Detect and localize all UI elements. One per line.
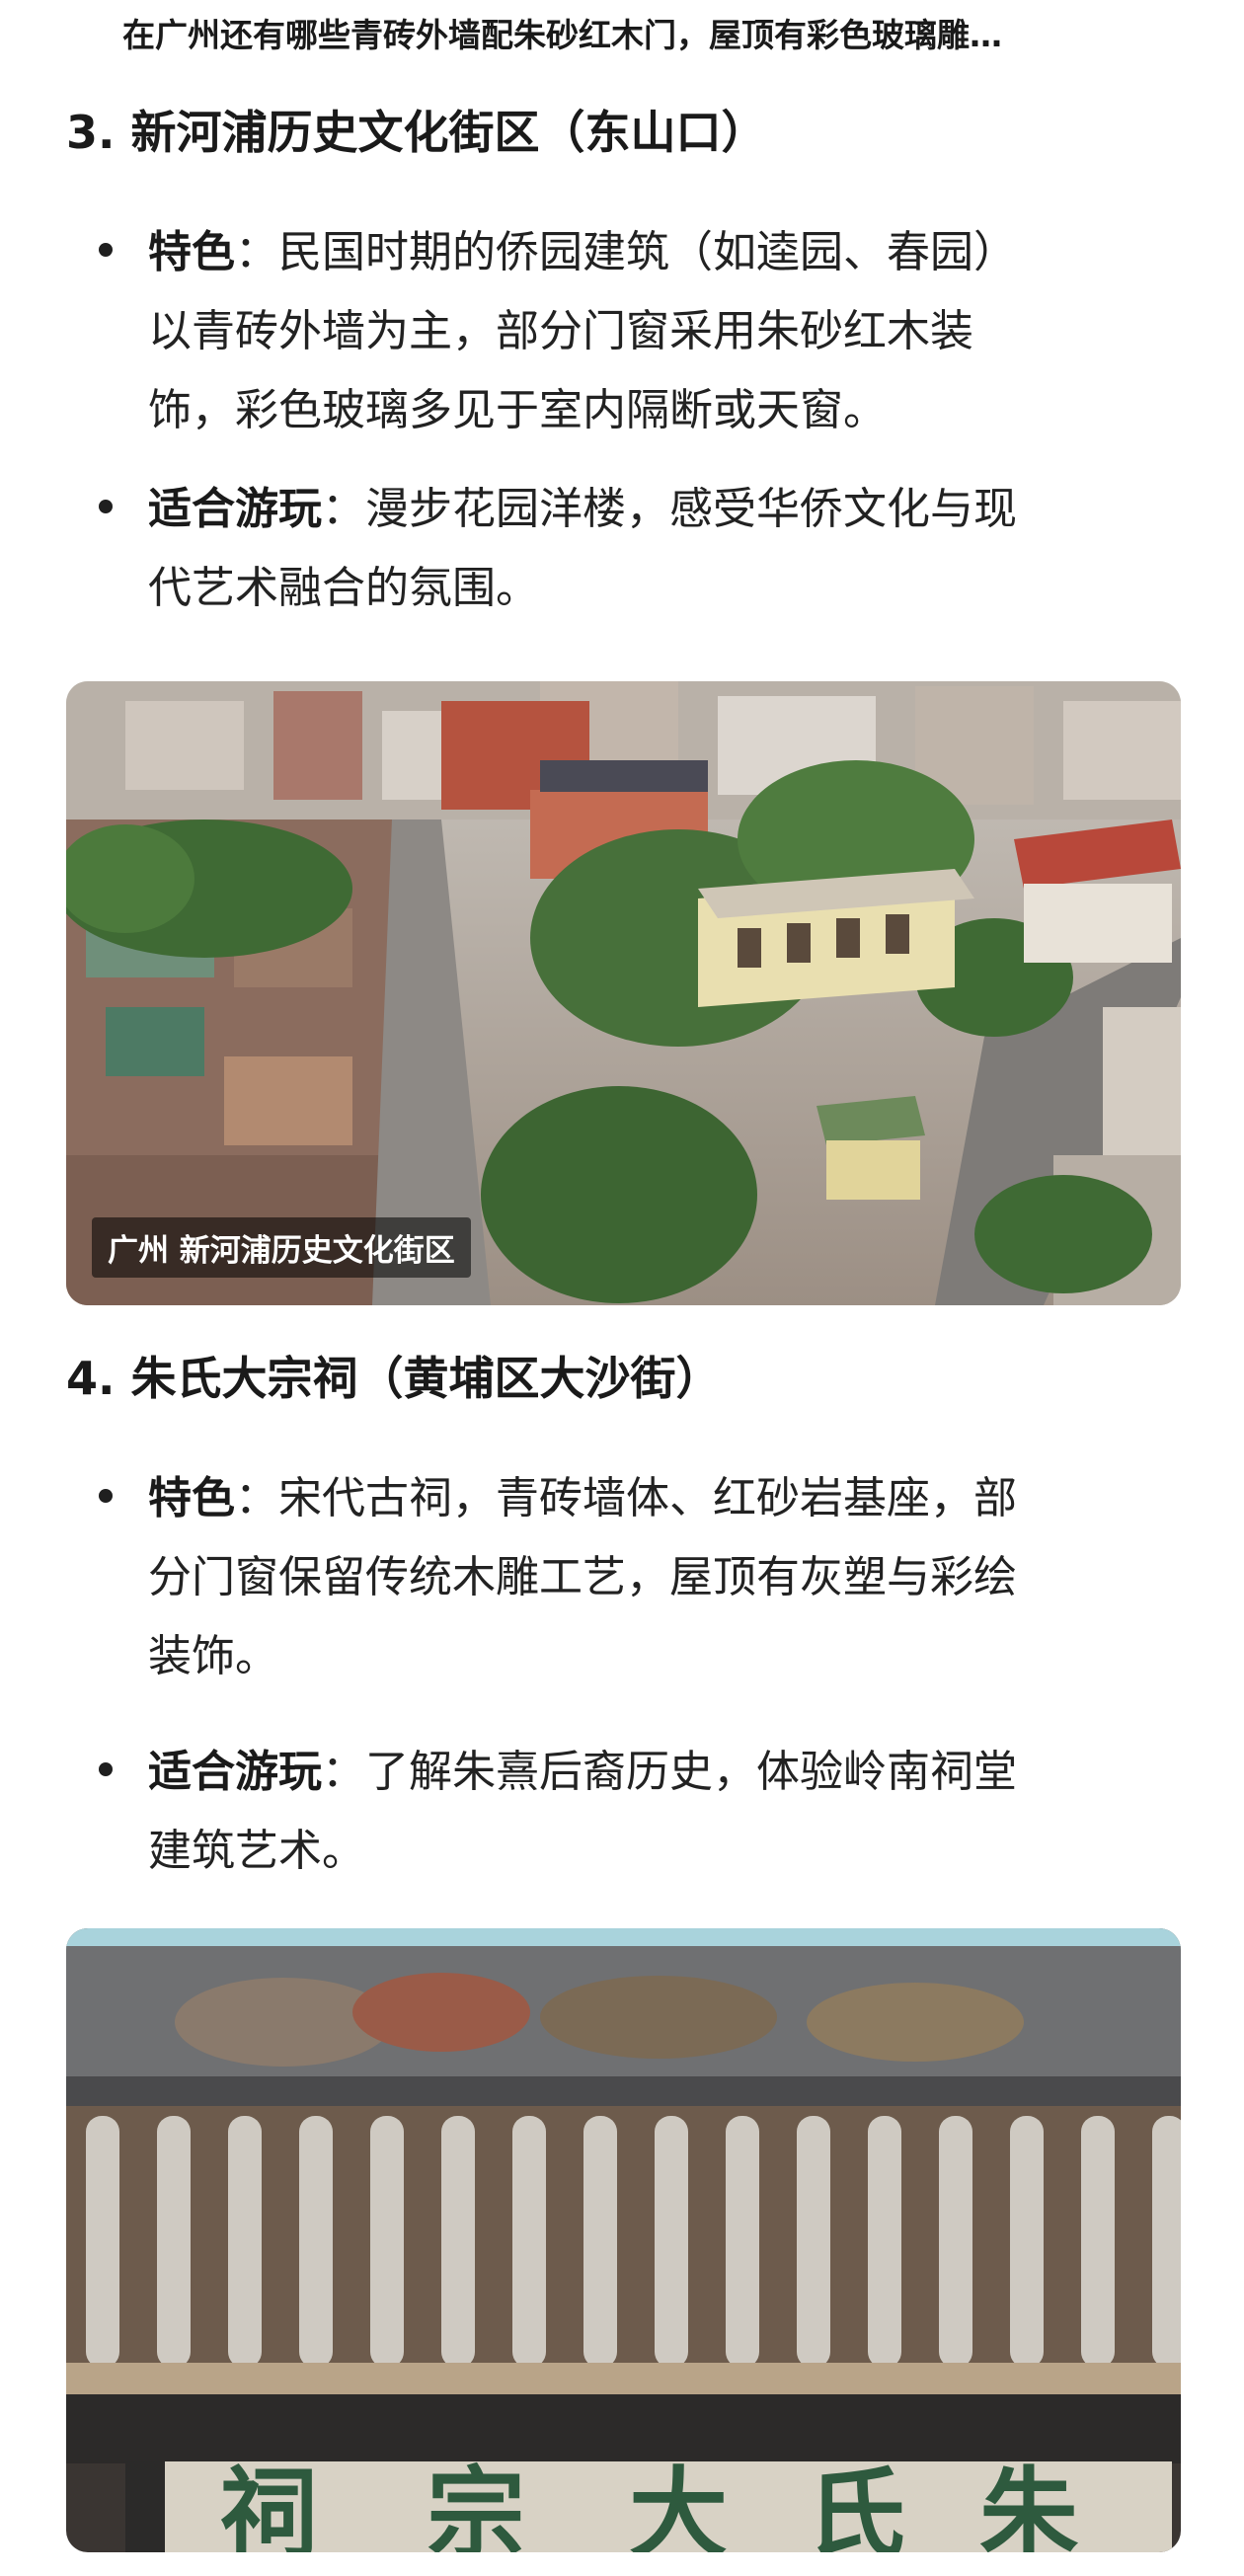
roof-tile xyxy=(939,2116,972,2368)
plaque-char: 大 xyxy=(629,2456,728,2552)
bullet-line: 民国时期的侨园建筑（如逵园、春园） xyxy=(278,227,1017,277)
section-heading-xinhepu: 3. 新河浦历史文化街区（东山口） xyxy=(66,106,767,159)
top-bar: 在广州还有哪些青砖外墙配朱砂红木门，屋顶有彩色玻璃雕… xyxy=(0,0,1244,75)
aerial-photo-illustration xyxy=(66,681,1181,1305)
roof-tile xyxy=(228,2116,262,2368)
plaque-char: 朱 xyxy=(979,2456,1079,2552)
roof-tile xyxy=(370,2116,404,2368)
roof-tile xyxy=(1010,2116,1044,2368)
roof-tile xyxy=(726,2116,759,2368)
bullet-line: 建筑艺术。 xyxy=(148,1826,365,1876)
bullet-line: 分门窗保留传统木雕工艺，屋顶有灰塑与彩绘 xyxy=(148,1552,1017,1602)
roof-tile xyxy=(157,2116,191,2368)
plaque-char: 宗 xyxy=(427,2456,525,2552)
plaque-char: 氏 xyxy=(807,2456,905,2552)
bullet-line: 代艺术融合的氛围。 xyxy=(148,563,539,613)
bullet-line: 以青砖外墙为主，部分门窗采用朱砂红木装 xyxy=(148,306,973,356)
roof-tile xyxy=(868,2116,901,2368)
ancestral-hall-photo[interactable]: 祠 宗 大 氏 朱 xyxy=(66,1928,1181,2552)
bullet-line: 了解朱熹后裔历史，体验岭南祠堂 xyxy=(365,1747,1017,1797)
bullet-separator: ： xyxy=(235,1473,278,1523)
question-title[interactable]: 在广州还有哪些青砖外墙配朱砂红木门，屋顶有彩色玻璃雕… xyxy=(122,14,1110,57)
roof-tile xyxy=(797,2116,830,2368)
roof-tile xyxy=(441,2116,475,2368)
ancestral-hall-illustration: 祠 宗 大 氏 朱 xyxy=(66,1928,1181,2552)
bullet-separator: ： xyxy=(322,484,365,534)
bullet-line: 饰，彩色玻璃多见于室内隔断或天窗。 xyxy=(148,385,887,435)
bullet-separator: ： xyxy=(322,1747,365,1797)
roof-tile xyxy=(1081,2116,1115,2368)
bullet-dot-icon xyxy=(99,243,113,257)
roof-tile xyxy=(512,2116,546,2368)
bullet-line: 漫步花园洋楼，感受华侨文化与现 xyxy=(365,484,1017,534)
plaque-char: 祠 xyxy=(219,2456,318,2552)
bullet-dot-icon xyxy=(99,1762,113,1776)
bullet-dot-icon xyxy=(99,500,113,513)
bullet-label: 适合游玩 xyxy=(148,1747,322,1797)
roof-tile xyxy=(655,2116,688,2368)
bullet-dot-icon xyxy=(99,1489,113,1503)
roof-tile xyxy=(1152,2116,1181,2368)
roof-tile xyxy=(299,2116,333,2368)
bullet-label: 特色 xyxy=(148,227,235,277)
bullet-separator: ： xyxy=(235,227,278,277)
aerial-photo[interactable]: 广州 新河浦历史文化街区 xyxy=(66,681,1181,1305)
bullet-line: 装饰。 xyxy=(148,1631,278,1681)
roof-tile xyxy=(583,2116,617,2368)
photo-caption: 广州 新河浦历史文化街区 xyxy=(92,1217,471,1278)
bullet-label: 适合游玩 xyxy=(148,484,322,534)
section-heading-zhu-ancestral-hall: 4. 朱氏大宗祠（黄埔区大沙街） xyxy=(66,1352,722,1405)
bullet-label: 特色 xyxy=(148,1473,235,1523)
bullet-line: 宋代古祠，青砖墙体、红砂岩基座，部 xyxy=(278,1473,1017,1523)
roof-tile xyxy=(86,2116,119,2368)
